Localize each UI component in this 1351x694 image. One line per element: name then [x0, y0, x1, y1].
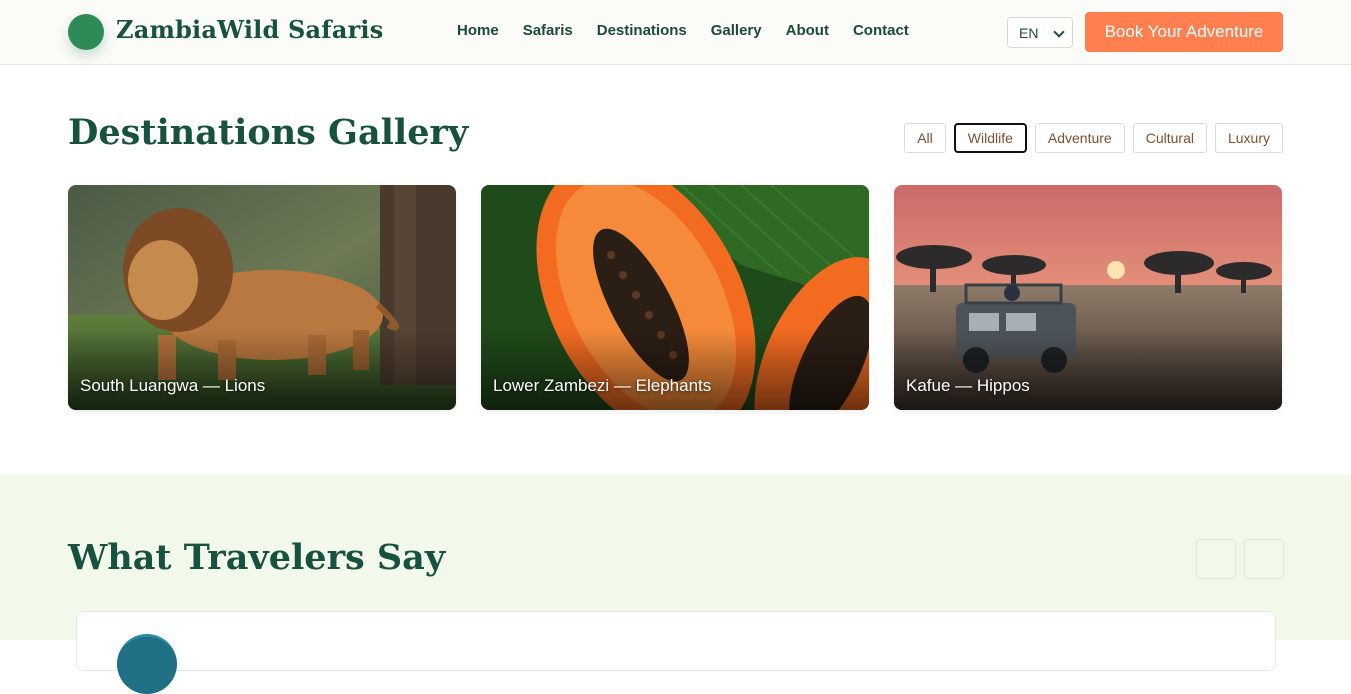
- logo-icon[interactable]: [68, 14, 104, 50]
- filter-all[interactable]: All: [904, 123, 946, 153]
- gallery-card[interactable]: Kafue — Hippos: [894, 185, 1282, 410]
- card-caption: Kafue — Hippos: [906, 376, 1030, 395]
- gallery-title: Destinations Gallery: [68, 112, 469, 153]
- filter-wildlife[interactable]: Wildlife: [953, 123, 1027, 153]
- nav-destinations[interactable]: Destinations: [597, 22, 687, 39]
- nav-contact[interactable]: Contact: [853, 22, 909, 39]
- nav-safaris[interactable]: Safaris: [523, 22, 573, 39]
- card-caption: South Luangwa — Lions: [80, 376, 266, 395]
- main-nav: Home Safaris Destinations Gallery About …: [445, 22, 921, 39]
- card-caption: Lower Zambezi — Elephants: [493, 376, 712, 395]
- book-adventure-button[interactable]: Book Your Adventure: [1085, 12, 1283, 52]
- nav-about[interactable]: About: [786, 22, 829, 39]
- caption-shade: [894, 330, 1282, 410]
- gallery-card[interactable]: Lower Zambezi — Elephants: [481, 185, 869, 410]
- site-header: ZambiaWild Safaris Home Safaris Destinat…: [0, 0, 1351, 65]
- language-select[interactable]: EN: [1007, 17, 1073, 48]
- testimonial-card: [76, 611, 1276, 694]
- gallery-card[interactable]: South Luangwa — Lions: [68, 185, 456, 410]
- chevron-down-icon: [1053, 26, 1065, 38]
- filter-luxury[interactable]: Luxury: [1214, 123, 1283, 153]
- gallery-grid: South Luangwa — Lions Lower Zambezi — El…: [68, 185, 1282, 410]
- next-testimonial-button[interactable]: [1244, 539, 1284, 579]
- filter-cultural[interactable]: Cultural: [1132, 123, 1207, 153]
- testimonials-section: What Travelers Say: [0, 475, 1351, 694]
- brand-name[interactable]: ZambiaWild Safaris: [116, 15, 383, 44]
- testimonials-title: What Travelers Say: [68, 537, 446, 578]
- caption-shade: [68, 330, 456, 410]
- filter-adventure[interactable]: Adventure: [1034, 123, 1125, 153]
- caption-shade: [481, 330, 869, 410]
- language-value: EN: [1019, 24, 1039, 41]
- nav-home[interactable]: Home: [457, 22, 499, 39]
- avatar: [117, 634, 177, 694]
- gallery-filters: All Wildlife Adventure Cultural Luxury: [904, 123, 1283, 153]
- prev-testimonial-button[interactable]: [1196, 539, 1236, 579]
- nav-gallery[interactable]: Gallery: [711, 22, 762, 39]
